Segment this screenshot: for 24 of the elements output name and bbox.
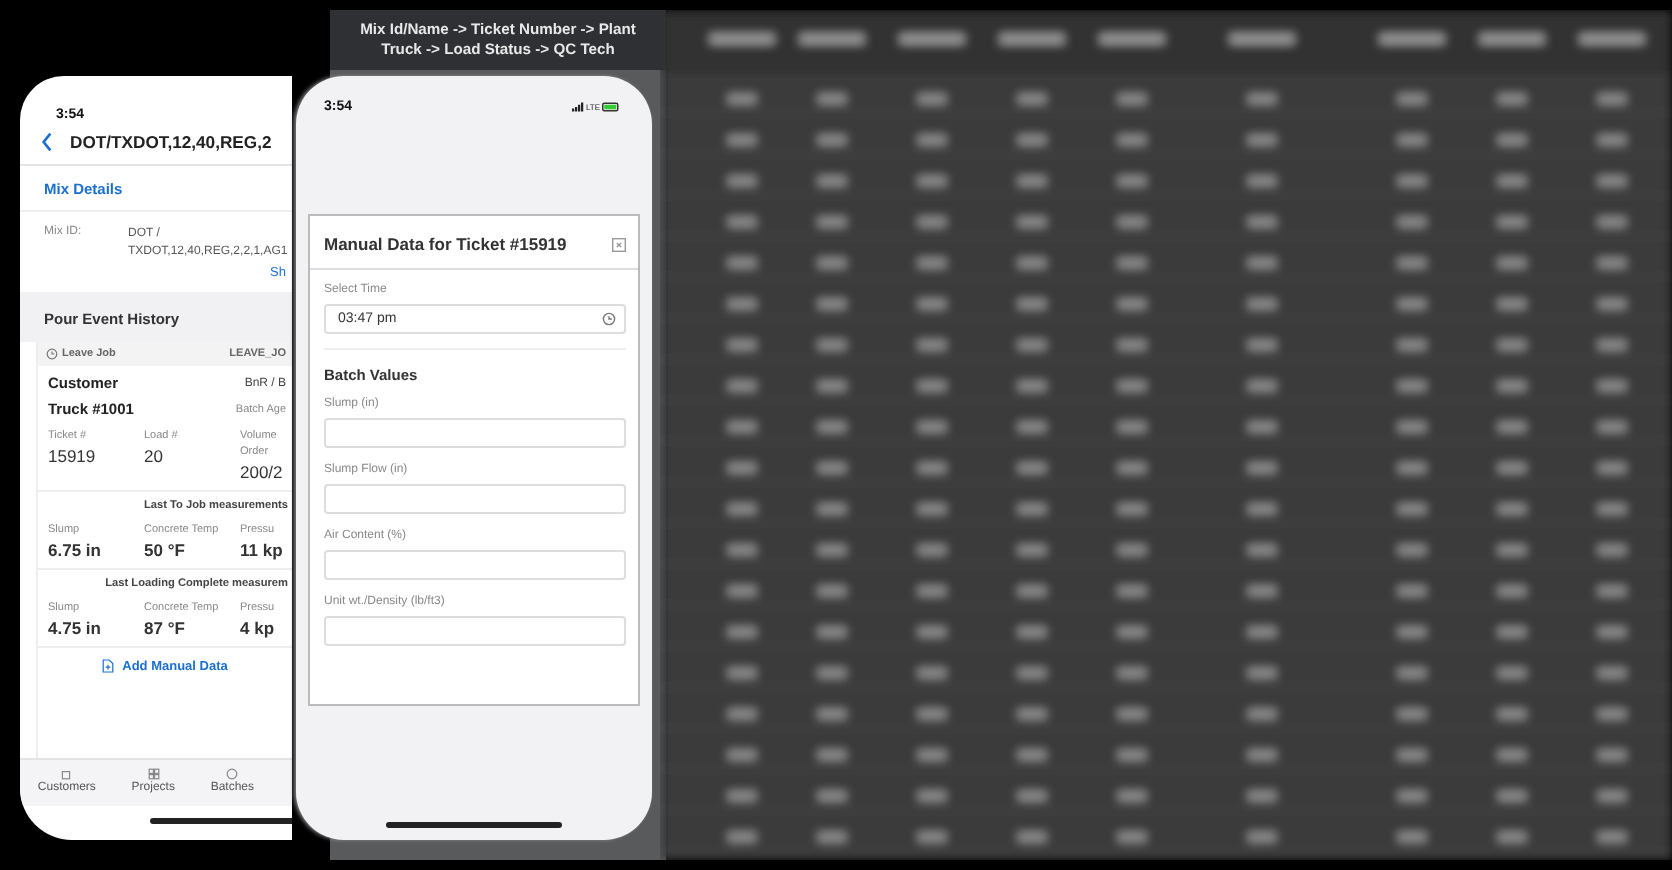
input-field[interactable] (324, 418, 626, 448)
modal-title: Manual Data for Ticket #15919 (324, 234, 567, 254)
field-value: 20 (144, 446, 165, 466)
measurement-value: 50 °F (144, 540, 187, 560)
input-field[interactable] (324, 616, 626, 646)
clock-icon (46, 348, 58, 360)
home-indicator (150, 818, 292, 824)
measurement-value: 6.75 in (48, 540, 103, 560)
input-field[interactable] (324, 550, 626, 580)
measurement-value: 4.75 in (48, 618, 103, 638)
clock-icon (602, 312, 616, 326)
measurement-value: 87 °F (144, 618, 187, 638)
grid-icon (147, 768, 160, 780)
measurement-value: 4 kp (240, 618, 277, 638)
field-value: 15919 (48, 446, 98, 466)
page-title: DOT/TXDOT,12,40,REG,2 (70, 132, 272, 152)
back-icon[interactable] (40, 132, 54, 152)
close-icon[interactable] (612, 237, 626, 251)
battery-icon (602, 101, 620, 111)
measurement-value: 11 kp (240, 540, 285, 560)
input-field[interactable] (324, 484, 626, 514)
signal-icon (571, 101, 584, 111)
document-plus-icon (102, 658, 115, 674)
field-value: 200/2 (240, 462, 285, 482)
